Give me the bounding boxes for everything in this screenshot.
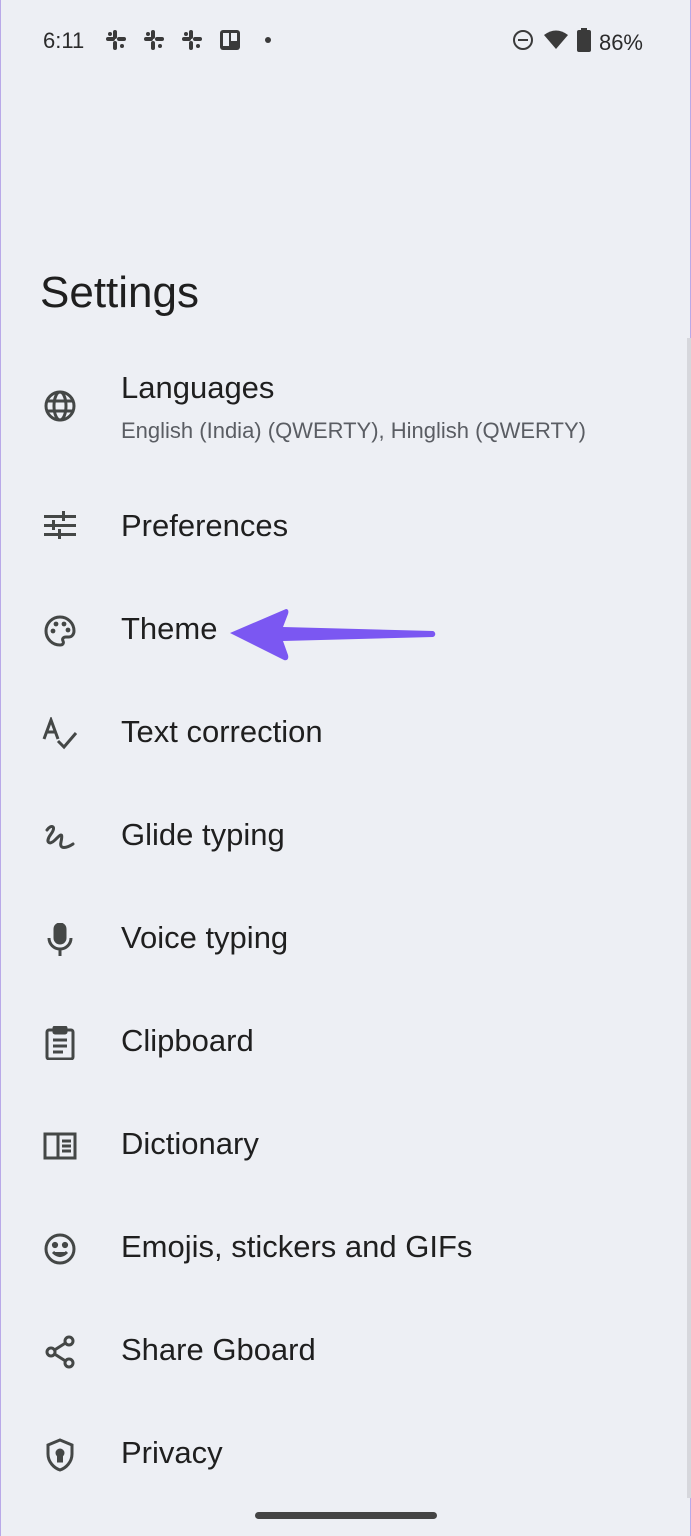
gesture-icon [42,819,78,855]
settings-item-languages[interactable]: Languages English (India) (QWERTY), Hing… [0,340,691,460]
notification-icons [104,28,280,52]
sliders-icon [42,508,78,544]
settings-item-emojis[interactable]: Emojis, stickers and GIFs [0,1197,691,1300]
settings-item-voice-typing[interactable]: Voice typing [0,888,691,991]
settings-item-label: Clipboard [121,1023,254,1058]
mic-icon [42,922,78,958]
settings-item-label: Dictionary [121,1126,259,1161]
book-icon [42,1128,78,1164]
settings-item-text-correction[interactable]: Text correction [0,682,691,785]
settings-item-label: Emojis, stickers and GIFs [121,1229,473,1264]
palette-icon [42,613,78,649]
settings-item-label: Text correction [121,714,323,749]
battery-icon [576,28,591,57]
settings-item-label: Languages [121,370,275,405]
settings-item-preferences[interactable]: Preferences [0,476,691,579]
wifi-icon [543,29,569,56]
shield-icon [42,1437,78,1473]
slack-icon [180,28,204,52]
settings-item-label: Share Gboard [121,1332,316,1367]
status-time: 6:11 [43,28,85,53]
settings-item-label: Glide typing [121,817,285,852]
share-icon [42,1334,78,1370]
dot-icon [256,28,280,52]
settings-item-share-gboard[interactable]: Share Gboard [0,1300,691,1403]
slack-icon [142,28,166,52]
settings-item-label: Voice typing [121,920,289,955]
gesture-navigation-bar[interactable] [255,1512,437,1519]
emoji-icon [42,1231,78,1267]
settings-item-dictionary[interactable]: Dictionary [0,1094,691,1197]
settings-item-subtitle: English (India) (QWERTY), Hinglish (QWER… [121,418,586,443]
clipboard-icon [42,1025,78,1061]
settings-item-clipboard[interactable]: Clipboard [0,991,691,1094]
slack-icon [104,28,128,52]
globe-icon [42,388,78,424]
settings-item-privacy[interactable]: Privacy [0,1403,691,1506]
system-status: 86% [511,28,643,57]
settings-item-label: Preferences [121,508,289,543]
settings-item-label: Privacy [121,1435,223,1470]
status-bar: 6:11 86% [0,0,691,82]
battery-percent: 86% [598,29,643,55]
annotation-arrow [230,609,436,661]
settings-item-label: Theme [121,611,218,646]
spellcheck-icon [42,716,78,752]
do-not-disturb-icon [511,28,535,57]
settings-item-glide-typing[interactable]: Glide typing [0,785,691,888]
trello-icon [218,28,242,52]
page-title: Settings [40,268,199,317]
